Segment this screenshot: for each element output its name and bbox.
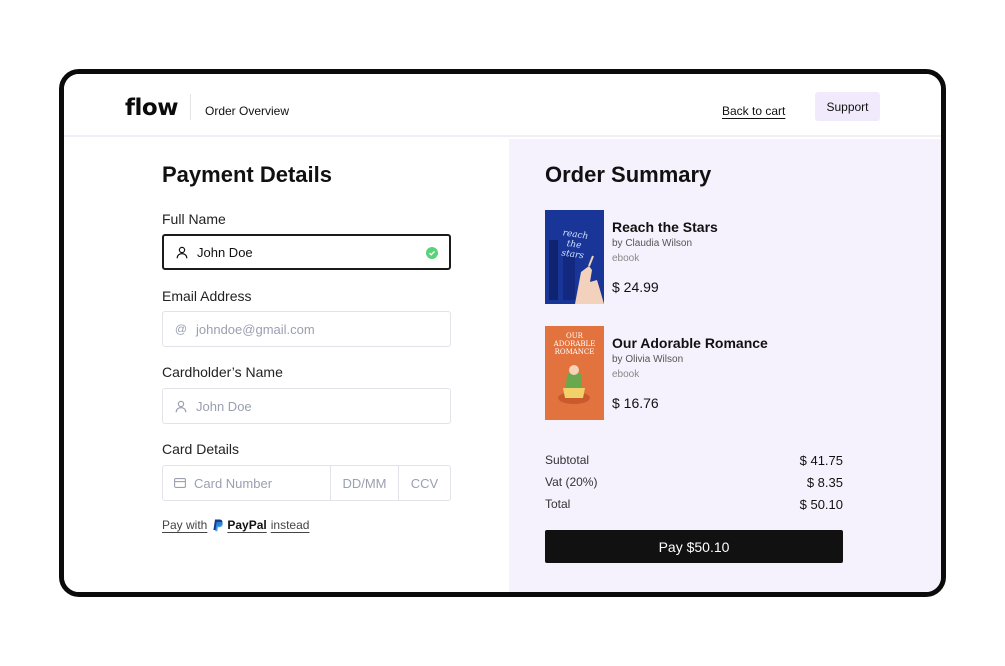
email-label: Email Address <box>162 288 252 304</box>
book-format: ebook <box>612 253 640 264</box>
paypal-suffix: instead <box>270 518 310 532</box>
support-button[interactable]: Support <box>815 92 880 121</box>
back-to-cart-link[interactable]: Back to cart <box>722 104 785 118</box>
expiry-placeholder: DD/MM <box>342 475 387 491</box>
paypal-prefix: Pay with <box>162 518 208 532</box>
logo[interactable]: flow <box>125 95 178 121</box>
cardholder-placeholder: John Doe <box>196 398 252 414</box>
order-item: reach the stars Reach the Stars by Claud… <box>545 210 718 304</box>
book-author: by Claudia Wilson <box>612 238 693 249</box>
paypal-link[interactable]: Pay with PayPal instead <box>162 518 309 532</box>
card-details-row: Card Number DD/MM CCV <box>162 465 451 501</box>
cvv-placeholder: CCV <box>410 475 439 491</box>
order-summary-title: Order Summary <box>545 162 712 187</box>
email-field[interactable]: @ johndoe@gmail.com <box>162 311 451 347</box>
card-number-field[interactable]: Card Number <box>162 465 331 501</box>
email-placeholder: johndoe@gmail.com <box>196 321 315 337</box>
vat-row: Vat (20%) $ 8.35 <box>545 475 843 490</box>
full-name-value: John Doe <box>197 244 253 260</box>
card-number-placeholder: Card Number <box>194 475 273 491</box>
book-price: $ 24.99 <box>612 279 659 295</box>
subtotal-row: Subtotal $ 41.75 <box>545 453 843 468</box>
payment-title: Payment Details <box>162 162 332 187</box>
card-details-label: Card Details <box>162 441 240 457</box>
total-value: $ 50.10 <box>799 497 843 512</box>
paypal-icon <box>213 519 224 531</box>
breadcrumb: Order Overview <box>205 104 290 118</box>
app-window: flow Order Overview Back to cart Support… <box>59 69 946 597</box>
cardholder-field[interactable]: John Doe <box>162 388 451 424</box>
subtotal-value: $ 41.75 <box>799 453 843 468</box>
credit-card-icon <box>174 478 186 488</box>
vat-label: Vat (20%) <box>545 475 598 489</box>
book-title: Our Adorable Romance <box>612 335 768 351</box>
book-cover-text: OUR ADORABLE ROMANCE <box>553 332 596 356</box>
subtotal-label: Subtotal <box>545 453 590 467</box>
pay-button[interactable]: Pay $50.10 <box>545 530 843 563</box>
paypal-brand: PayPal <box>227 518 267 532</box>
at-icon: @ <box>174 322 188 336</box>
full-name-label: Full Name <box>162 211 226 227</box>
valid-check-icon <box>426 247 438 259</box>
full-name-field[interactable]: John Doe <box>162 234 451 270</box>
user-icon <box>173 398 189 414</box>
total-row: Total $ 50.10 <box>545 497 843 512</box>
header-divider <box>190 94 191 120</box>
book-info: Reach the Stars by Claudia Wilson ebook … <box>612 210 718 304</box>
vat-value: $ 8.35 <box>806 475 843 490</box>
expiry-field[interactable]: DD/MM <box>331 465 399 501</box>
top-bar: flow Order Overview Back to cart Support <box>64 74 941 137</box>
book-cover-text: reach the stars <box>560 228 589 262</box>
order-item: OUR ADORABLE ROMANCE Our Adorable Romanc… <box>545 326 768 420</box>
cardholder-label: Cardholder’s Name <box>162 364 283 380</box>
book-format: ebook <box>612 369 640 380</box>
order-summary-panel: Order Summary reach the stars Reach the … <box>509 139 941 592</box>
book-author: by Olivia Wilson <box>612 354 684 365</box>
cvv-field[interactable]: CCV <box>399 465 451 501</box>
total-label: Total <box>545 497 571 511</box>
payment-panel: Payment Details Full Name John Doe Email… <box>64 139 509 592</box>
user-icon <box>174 244 190 260</box>
book-info: Our Adorable Romance by Olivia Wilson eb… <box>612 326 768 420</box>
book-cover: reach the stars <box>545 210 604 304</box>
book-title: Reach the Stars <box>612 219 718 235</box>
book-cover: OUR ADORABLE ROMANCE <box>545 326 604 420</box>
book-price: $ 16.76 <box>612 395 659 411</box>
